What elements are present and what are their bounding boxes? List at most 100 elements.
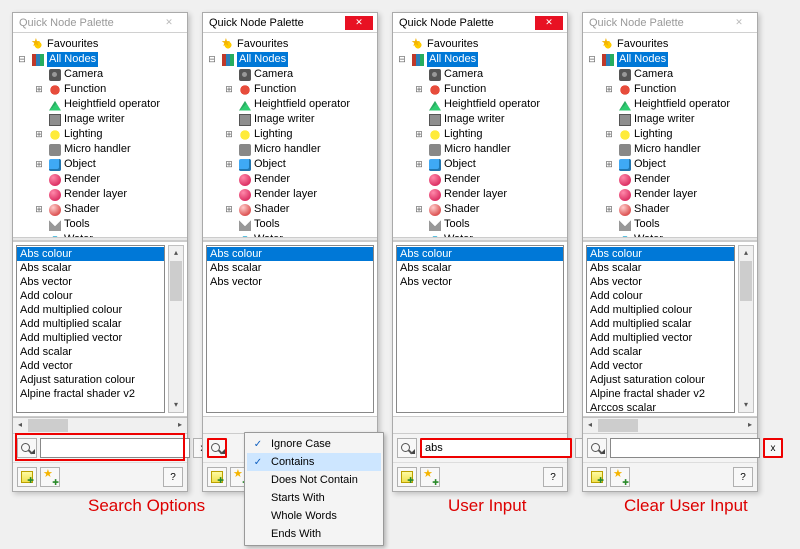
tree-item[interactable]: Object — [444, 157, 476, 172]
list-item[interactable]: Adjust saturation colour — [587, 373, 734, 387]
list-item[interactable]: Add colour — [17, 289, 164, 303]
tree-item[interactable]: Micro handler — [634, 142, 701, 157]
tree-item[interactable]: Render layer — [634, 187, 697, 202]
tree-item[interactable]: Object — [64, 157, 96, 172]
tree-item[interactable]: Tools — [64, 217, 90, 232]
tree-item[interactable]: Lighting — [64, 127, 103, 142]
list-item[interactable]: Abs vector — [397, 275, 563, 289]
list-item[interactable]: Add multiplied colour — [17, 303, 164, 317]
tree-item[interactable]: Object — [254, 157, 286, 172]
tree-item[interactable]: Image writer — [444, 112, 505, 127]
list-item[interactable]: Abs colour — [587, 247, 734, 261]
horizontal-scrollbar[interactable]: ◂ ▸ — [13, 417, 187, 433]
tree-item[interactable]: Micro handler — [254, 142, 321, 157]
tree-item-favourites[interactable]: Favourites — [47, 37, 98, 52]
menu-item[interactable]: Starts With — [247, 489, 381, 507]
tree-item-favourites[interactable]: Favourites — [237, 37, 288, 52]
titlebar[interactable]: Quick Node Palette ✕ — [393, 13, 567, 33]
search-input[interactable] — [610, 438, 760, 458]
node-tree[interactable]: ·Favourites ⊟All Nodes ··Camera ·⊞Functi… — [583, 33, 757, 237]
node-tree[interactable]: ·Favourites ⊟All Nodes ··Camera ·⊞Functi… — [393, 33, 567, 237]
tree-item[interactable]: Lighting — [634, 127, 673, 142]
list-item[interactable]: Add vector — [587, 359, 734, 373]
tree-item[interactable]: Render layer — [64, 187, 127, 202]
list-item[interactable]: Abs scalar — [587, 261, 734, 275]
titlebar[interactable]: Quick Node Palette ✕ — [13, 13, 187, 33]
tree-item-all-nodes[interactable]: All Nodes — [427, 52, 478, 67]
list-item[interactable]: Abs colour — [397, 247, 563, 261]
list-item[interactable]: Abs vector — [17, 275, 164, 289]
list-item[interactable]: Abs scalar — [397, 261, 563, 275]
scroll-right-icon[interactable]: ▸ — [743, 418, 757, 433]
list-item[interactable]: Add multiplied scalar — [17, 317, 164, 331]
tree-item[interactable]: Heightfield operator — [634, 97, 730, 112]
tree-item[interactable]: Camera — [634, 67, 673, 82]
tree-item[interactable]: Camera — [254, 67, 293, 82]
tree-item[interactable]: Render — [254, 172, 290, 187]
add-node-button[interactable] — [587, 467, 607, 487]
list-item[interactable]: Add multiplied colour — [587, 303, 734, 317]
scroll-left-icon[interactable]: ◂ — [13, 418, 27, 433]
scroll-up-icon[interactable]: ▴ — [169, 246, 183, 260]
tree-item[interactable]: Function — [634, 82, 676, 97]
tree-item-all-nodes[interactable]: All Nodes — [237, 52, 288, 67]
scroll-thumb[interactable] — [598, 419, 638, 432]
search-options-button[interactable] — [17, 438, 37, 458]
tree-item[interactable]: Camera — [444, 67, 483, 82]
vertical-scrollbar[interactable]: ▴ ▾ — [168, 245, 184, 413]
titlebar[interactable]: Quick Node Palette ✕ — [203, 13, 377, 33]
add-favourite-button[interactable] — [610, 467, 630, 487]
tree-item[interactable]: Heightfield operator — [254, 97, 350, 112]
node-list[interactable]: Abs colour Abs scalar Abs vector Add col… — [16, 245, 165, 413]
node-list[interactable]: Abs colour Abs scalar Abs vector — [396, 245, 564, 413]
list-item[interactable]: Add vector — [17, 359, 164, 373]
menu-item[interactable]: ✓Ignore Case — [247, 435, 381, 453]
list-item[interactable]: Add multiplied vector — [587, 331, 734, 345]
tree-item-favourites[interactable]: Favourites — [617, 37, 668, 52]
clear-search-button[interactable]: x — [763, 438, 783, 458]
tree-item[interactable]: Shader — [444, 202, 479, 217]
help-button[interactable]: ? — [733, 467, 753, 487]
menu-item[interactable]: Whole Words — [247, 507, 381, 525]
tree-item[interactable]: Image writer — [254, 112, 315, 127]
tree-item[interactable]: Render — [64, 172, 100, 187]
list-item[interactable]: Adjust saturation colour — [17, 373, 164, 387]
search-input[interactable] — [420, 438, 572, 458]
tree-item[interactable]: Function — [254, 82, 296, 97]
list-item[interactable]: Abs colour — [17, 247, 164, 261]
help-button[interactable]: ? — [163, 467, 183, 487]
node-list[interactable]: Abs colour Abs scalar Abs vector — [206, 245, 374, 413]
tree-item[interactable]: Tools — [254, 217, 280, 232]
list-item[interactable]: Alpine fractal shader v2 — [587, 387, 734, 401]
scroll-left-icon[interactable]: ◂ — [583, 418, 597, 433]
tree-item[interactable]: Render — [444, 172, 480, 187]
scroll-down-icon[interactable]: ▾ — [739, 398, 753, 412]
node-tree[interactable]: ·Favourites ⊟All Nodes ··Camera ·⊞Functi… — [13, 33, 187, 237]
list-item[interactable]: Abs vector — [587, 275, 734, 289]
list-item[interactable]: Add scalar — [587, 345, 734, 359]
tree-item[interactable]: Image writer — [634, 112, 695, 127]
scroll-down-icon[interactable]: ▾ — [169, 398, 183, 412]
help-button[interactable]: ? — [543, 467, 563, 487]
node-tree[interactable]: ·Favourites ⊟All Nodes ··Camera ·⊞Functi… — [203, 33, 377, 237]
titlebar[interactable]: Quick Node Palette ✕ — [583, 13, 757, 33]
close-icon[interactable]: ✕ — [725, 16, 753, 30]
tree-item[interactable]: Render — [634, 172, 670, 187]
tree-item[interactable]: Function — [444, 82, 486, 97]
list-item[interactable]: Add multiplied vector — [17, 331, 164, 345]
search-options-button[interactable] — [207, 438, 227, 458]
tree-item[interactable]: Shader — [64, 202, 99, 217]
tree-item[interactable]: Shader — [254, 202, 289, 217]
menu-item[interactable]: Ends With — [247, 525, 381, 543]
search-options-button[interactable] — [397, 438, 417, 458]
tree-item[interactable]: Lighting — [444, 127, 483, 142]
tree-item[interactable]: Heightfield operator — [444, 97, 540, 112]
tree-item[interactable]: Heightfield operator — [64, 97, 160, 112]
node-list[interactable]: Abs colour Abs scalar Abs vector Add col… — [586, 245, 735, 413]
tree-item[interactable]: Object — [634, 157, 666, 172]
list-item[interactable]: Add scalar — [17, 345, 164, 359]
list-item[interactable]: Abs vector — [207, 275, 373, 289]
add-node-button[interactable] — [207, 467, 227, 487]
search-options-menu[interactable]: ✓Ignore Case✓ContainsDoes Not ContainSta… — [244, 432, 384, 546]
scroll-right-icon[interactable]: ▸ — [173, 418, 187, 433]
